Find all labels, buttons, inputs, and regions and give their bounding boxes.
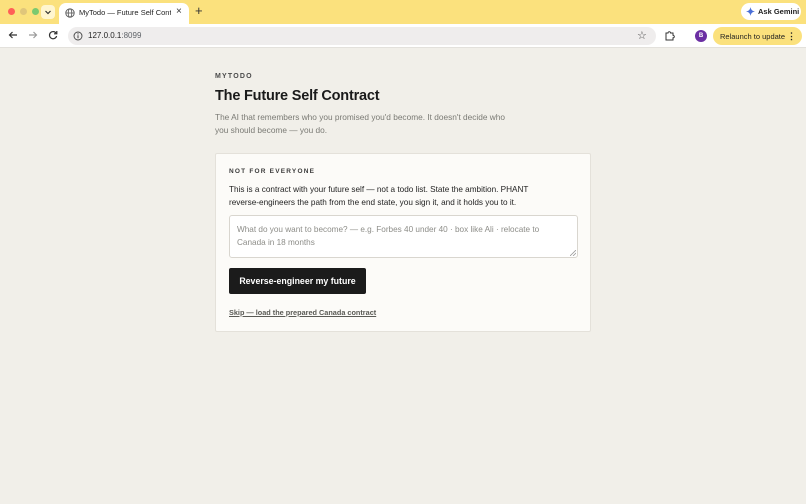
- star-icon[interactable]: ☆: [637, 29, 647, 43]
- tab-strip: MyTodo — Future Self Contra × + Ask Gemi…: [0, 0, 806, 24]
- maximize-window-button[interactable]: [32, 8, 39, 15]
- url-port: :8099: [121, 31, 142, 40]
- forward-button[interactable]: [26, 28, 40, 42]
- close-window-button[interactable]: [8, 8, 15, 15]
- skip-link[interactable]: Skip — load the prepared Canada contract: [229, 308, 376, 317]
- card-eyebrow: NOT FOR EVERYONE: [229, 168, 316, 175]
- page-subtitle: The AI that remembers who you promised y…: [215, 112, 506, 135]
- address-bar[interactable]: 127.0.0.1:8099 ☆: [68, 27, 656, 45]
- card-description: This is a contract with your future self…: [229, 185, 529, 207]
- ask-gemini-button[interactable]: Ask Gemini: [741, 3, 801, 20]
- tab-title: MyTodo — Future Self Contra: [79, 8, 171, 17]
- brand-eyebrow: MYTODO: [215, 73, 253, 80]
- ambition-input[interactable]: [229, 215, 578, 258]
- back-arrow-icon: [8, 31, 17, 39]
- relaunch-label: Relaunch to update: [720, 31, 786, 41]
- browser-toolbar: 127.0.0.1:8099 ☆ B Relaunch to update ⋮: [0, 24, 806, 48]
- back-button[interactable]: [6, 28, 20, 42]
- new-tab-button[interactable]: +: [195, 4, 203, 18]
- minimize-window-button[interactable]: [20, 8, 27, 15]
- ask-gemini-label: Ask Gemini: [758, 7, 800, 16]
- resize-grip-icon[interactable]: [570, 250, 576, 256]
- reload-button[interactable]: [46, 28, 60, 42]
- reload-icon: [48, 31, 58, 40]
- tab-search-button[interactable]: [41, 5, 55, 19]
- chevron-down-icon: [45, 10, 51, 15]
- reverse-engineer-button[interactable]: Reverse-engineer my future: [229, 268, 366, 294]
- contract-card: NOT FOR EVERYONE This is a contract with…: [215, 153, 591, 332]
- site-info-icon[interactable]: [73, 31, 83, 41]
- kebab-menu-icon[interactable]: ⋮: [787, 30, 796, 42]
- page-title: The Future Self Contract: [215, 88, 380, 104]
- active-tab[interactable]: MyTodo — Future Self Contra ×: [59, 3, 189, 24]
- gemini-sparkle-icon: [746, 7, 755, 16]
- url-text: 127.0.0.1:8099: [88, 31, 141, 40]
- forward-arrow-icon: [29, 31, 38, 39]
- url-host: 127.0.0.1: [88, 31, 122, 40]
- close-tab-button[interactable]: ×: [176, 6, 182, 18]
- profile-avatar[interactable]: B: [695, 30, 707, 42]
- relaunch-button[interactable]: Relaunch to update ⋮: [713, 27, 802, 45]
- extensions-icon[interactable]: [664, 29, 676, 41]
- globe-icon: [65, 8, 75, 18]
